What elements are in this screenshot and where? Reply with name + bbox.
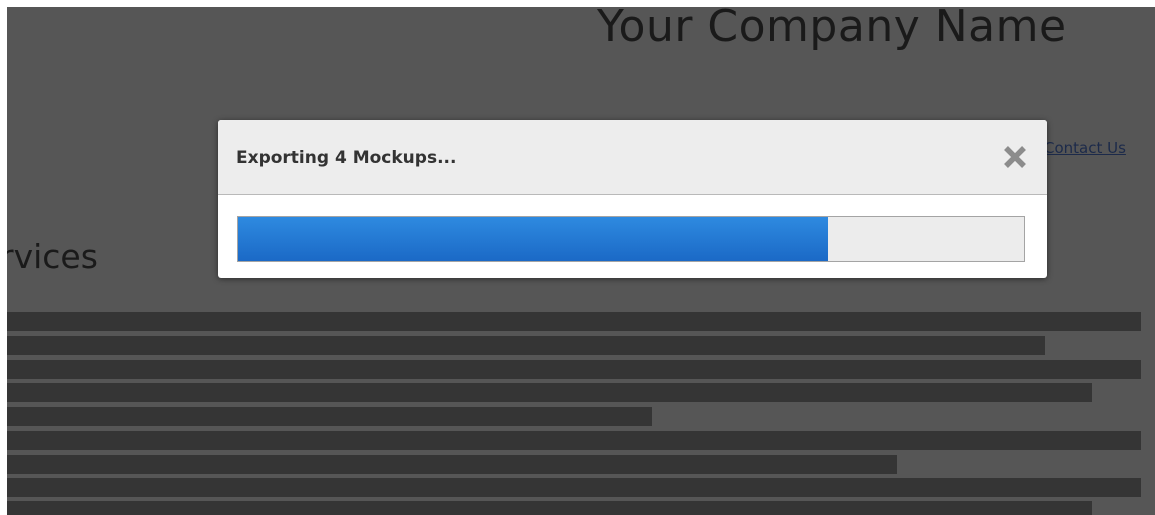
export-progress-dialog: Exporting 4 Mockups... (218, 120, 1047, 278)
company-name-heading: Your Company Name (597, 7, 1067, 52)
placeholder-text-line (7, 431, 1141, 450)
placeholder-text-line (7, 312, 1141, 331)
placeholder-text-line (7, 478, 1141, 497)
placeholder-text-line (7, 383, 1092, 402)
close-button[interactable] (1000, 142, 1030, 172)
close-x-icon (1004, 146, 1026, 168)
progress-bar-fill (238, 217, 828, 261)
placeholder-text-line (7, 360, 1141, 379)
contact-us-link[interactable]: Contact Us (1044, 139, 1126, 157)
export-progress-bar (237, 216, 1025, 262)
dialog-title: Exporting 4 Mockups... (236, 148, 457, 168)
placeholder-text-line (7, 407, 652, 426)
placeholder-text-line (7, 501, 1092, 515)
placeholder-text-line (7, 455, 897, 474)
placeholder-text-line (7, 336, 1045, 355)
dialog-header: Exporting 4 Mockups... (218, 120, 1047, 195)
services-heading: rvices (7, 237, 98, 276)
